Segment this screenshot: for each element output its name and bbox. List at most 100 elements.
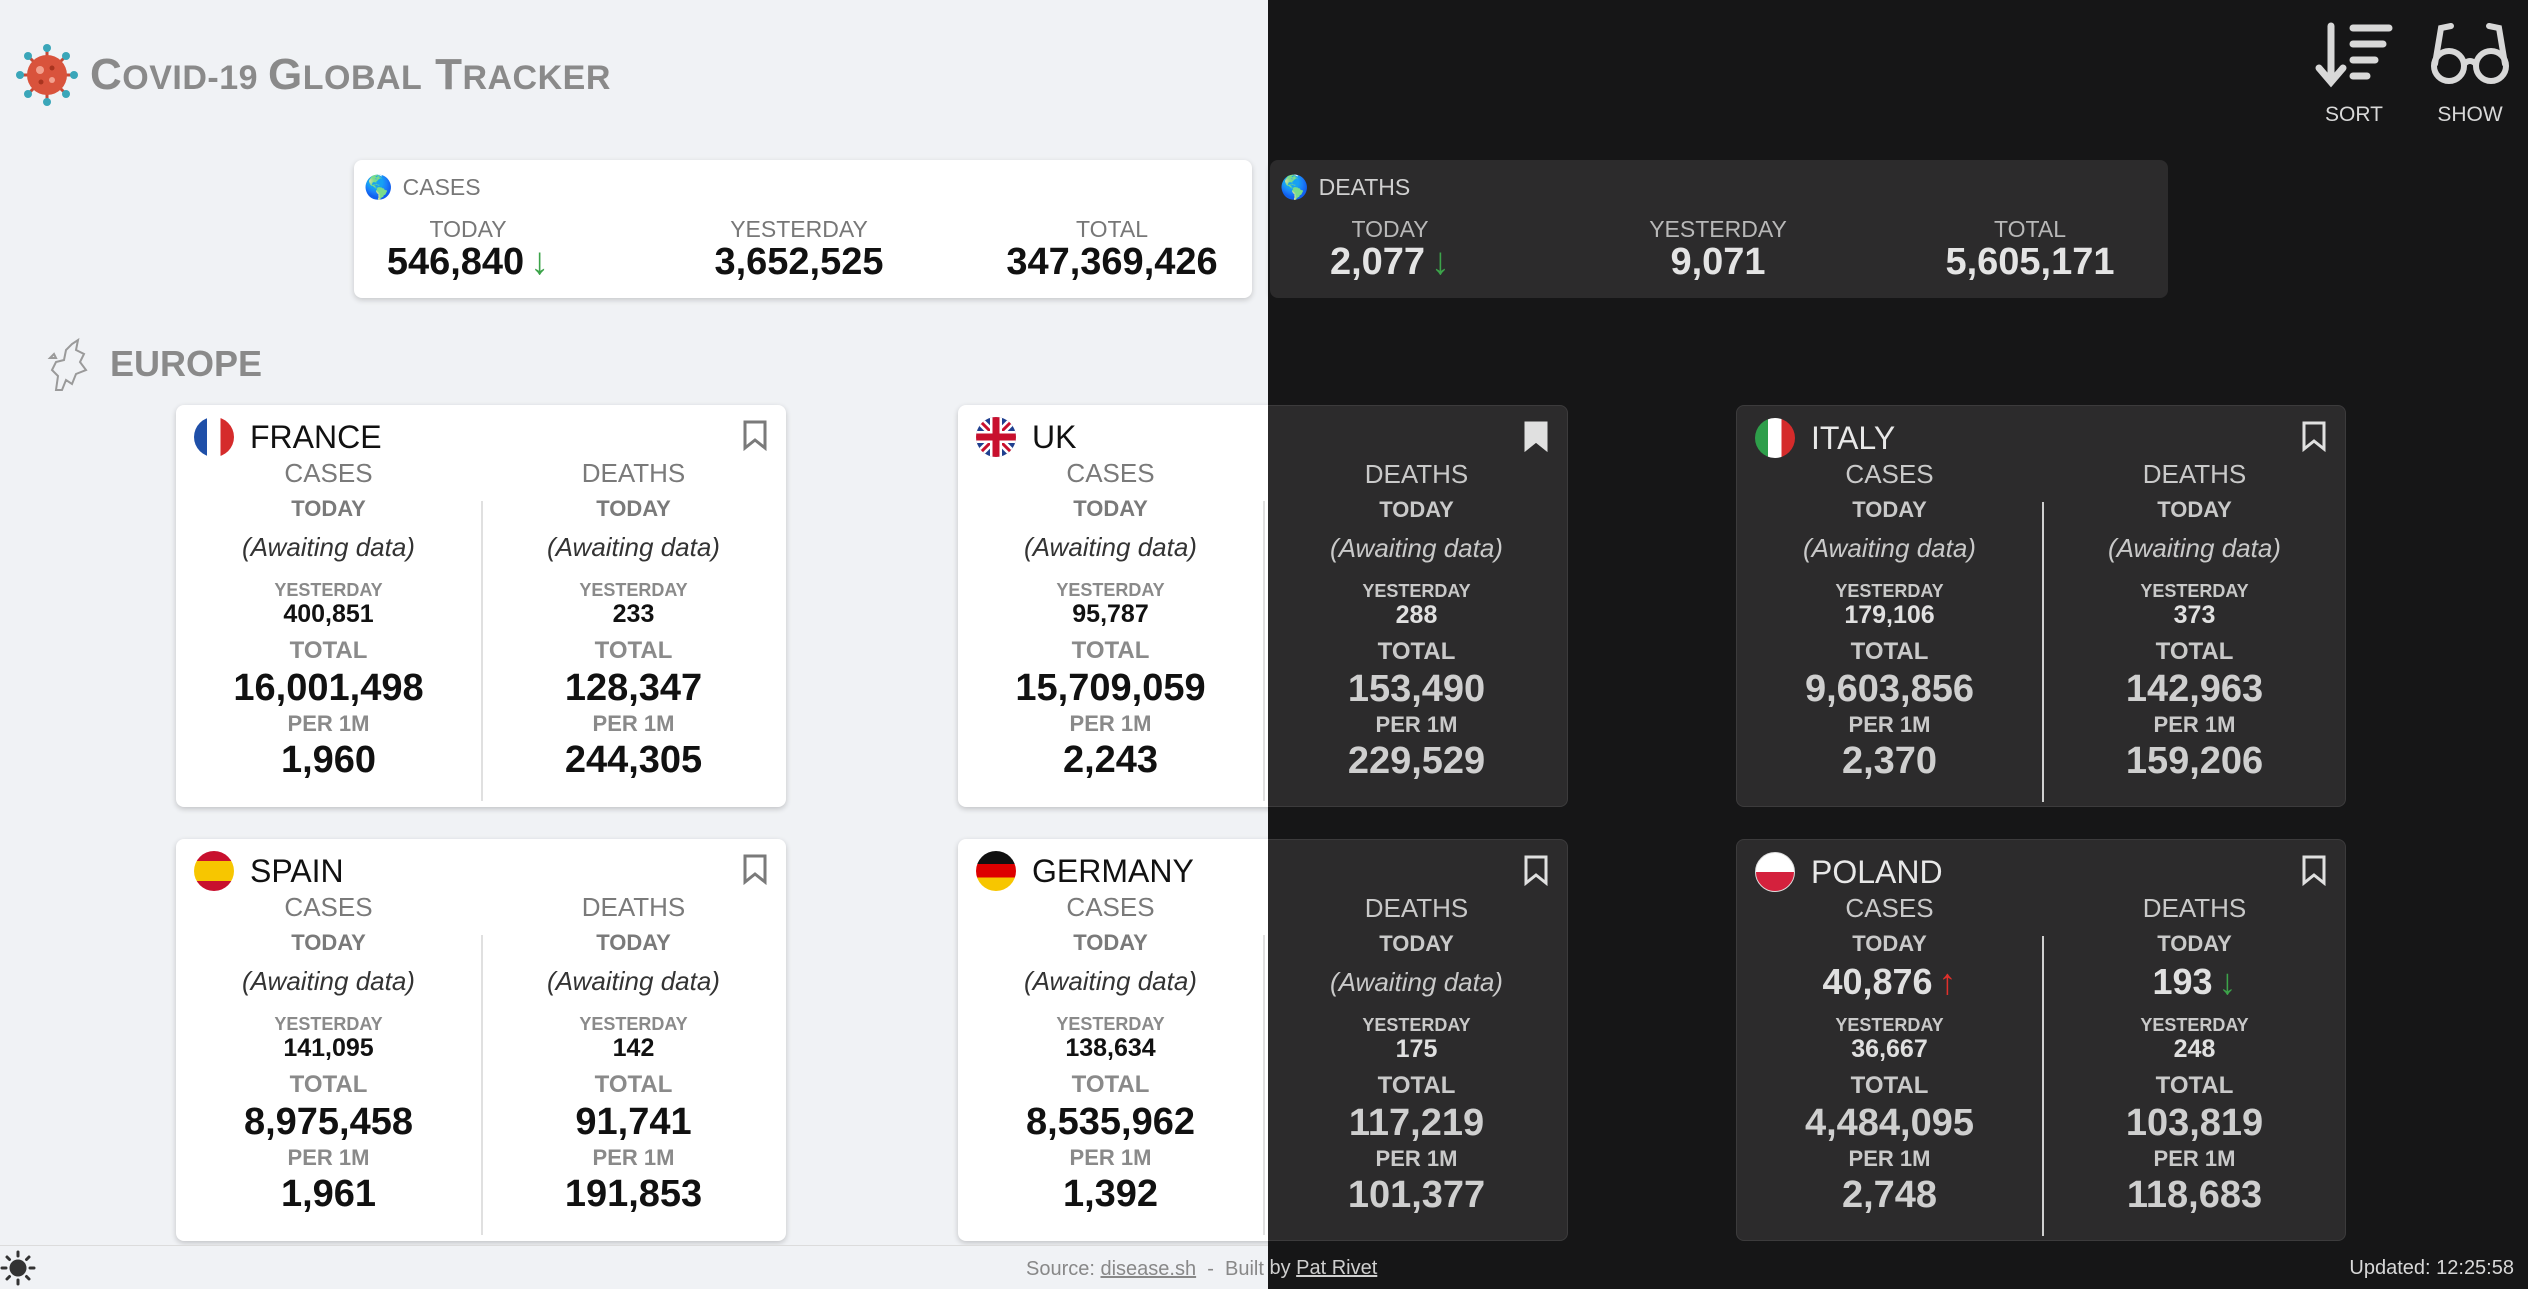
country-card-germany[interactable]: GERMANY CASES TODAY (Awaiting data) YEST… (1268, 839, 1568, 1241)
cases-label: CASES (1845, 893, 1934, 923)
deaths-total-value: 117,219 (1348, 1102, 1485, 1144)
flag-spain-icon (194, 851, 234, 891)
deaths-column: DEATHS TODAY (Awaiting data) YESTERDAY 2… (481, 455, 786, 783)
global-cases-today-label: TODAY (429, 216, 507, 242)
cases-total-label: TOTAL (289, 1071, 368, 1098)
global-deaths-today-value: 2,077↓ (1329, 241, 1451, 283)
cases-today-label: TODAY (291, 930, 366, 955)
global-cases-today-value: 546,840 ↓ (386, 241, 550, 283)
deaths-per1m-label: PER 1M (2153, 1146, 2236, 1171)
country-card-italy[interactable]: ITALY CASES TODAY (Awaiting data) YESTER… (1736, 405, 2346, 807)
cases-label: CASES (284, 458, 373, 488)
deaths-today-value: (Awaiting data) (547, 966, 720, 996)
global-deaths-panel: 🌎 DEATHS TODAY 2,077 ↓ YESTERDAY 9,071 TOT… (1270, 160, 2168, 298)
deaths-yesterday-value: 373 (2173, 601, 2216, 629)
cases-today-label: TODAY (291, 496, 366, 521)
bookmark-icon[interactable] (742, 853, 768, 885)
global-cases-panel: 🌎 CASES TODAY 546,840 ↓ YESTERDAY 3,652,52… (354, 160, 1252, 298)
country-card-uk[interactable]: UK CASES TODAY (Awaiting data) YESTERDAY… (1268, 405, 1568, 807)
cases-today-label: TODAY (1073, 930, 1148, 955)
global-cases-label: CASES (402, 174, 481, 200)
bookmark-icon[interactable] (742, 419, 768, 451)
deaths-total-value: 153,490 (1347, 668, 1486, 710)
deaths-today-label: TODAY (2157, 497, 2232, 522)
source-link[interactable]: disease.sh (1100, 1258, 1196, 1280)
cases-yesterday-label: YESTERDAY (1835, 581, 1944, 601)
bookmark-icon[interactable] (2301, 420, 2327, 452)
country-name: SPAIN (250, 852, 344, 889)
country-name: FRANCE (250, 418, 382, 455)
sort-descending-icon (2315, 22, 2393, 88)
cases-today-value: (Awaiting data) (1803, 533, 1976, 563)
footer: Source: disease.sh - Built by Pat Rivet … (1268, 1245, 2528, 1289)
country-card-uk[interactable]: UK CASES TODAY (Awaiting data) YESTERDAY… (958, 405, 1268, 807)
country-card-germany[interactable]: GERMANY CASES TODAY (Awaiting data) YEST… (958, 839, 1268, 1241)
deaths-today-label: TODAY (2157, 931, 2232, 956)
bookmark-icon[interactable] (1523, 854, 1549, 886)
deaths-column: DEATHS TODAY 193 ↓ YESTERDAY 248 TOTAL 10… (2042, 890, 2347, 1218)
cases-total-label: TOTAL (289, 637, 368, 664)
globe-icon: 🌎 (364, 174, 393, 200)
deaths-yesterday-value: 142 (612, 1034, 655, 1062)
show-button[interactable]: SHOW (2424, 20, 2516, 127)
cases-label: CASES (1066, 892, 1155, 922)
cases-per1m-value: 1,392 (1062, 1173, 1159, 1215)
deaths-per1m-value: 118,683 (2126, 1174, 2263, 1216)
flag-poland-icon (1755, 852, 1795, 892)
author-link[interactable]: Pat Rivet (1296, 1257, 1377, 1279)
cases-per1m-value: 1,960 (280, 739, 377, 781)
bookmark-icon[interactable] (2301, 854, 2327, 886)
cases-yesterday-value: 36,667 (1851, 1035, 1928, 1063)
trend-down-icon: ↓ (530, 241, 550, 283)
deaths-label: DEATHS (2142, 459, 2247, 489)
cases-total-label: TOTAL (1850, 1072, 1929, 1099)
deaths-per1m-value: 159,206 (2125, 740, 2264, 782)
cases-column: CASES TODAY 40,876 ↑ YESTERDAY 36,667 TOT… (1737, 890, 2042, 1218)
cases-total-value: 9,603,856 (1804, 668, 1975, 710)
deaths-per1m-value: 191,853 (564, 1173, 703, 1215)
cases-yesterday-value: 141,095 (283, 1034, 374, 1062)
deaths-column: DEATHS TODAY (Awaiting data) YESTERDAY 1… (481, 889, 786, 1217)
glasses-icon (2431, 23, 2509, 84)
deaths-total-value: 103,819 (2125, 1102, 2264, 1144)
global-deaths-today-label: TODAY (1351, 216, 1429, 242)
flag-uk-icon (976, 417, 1016, 457)
cases-column: CASES TODAY (Awaiting data) YESTERDAY 14… (176, 889, 481, 1217)
sun-icon[interactable] (0, 1250, 36, 1286)
cases-today-value: (Awaiting data) (1024, 966, 1197, 996)
deaths-label: DEATHS (1364, 893, 1469, 923)
global-cases-total-label: TOTAL (1076, 216, 1148, 242)
deaths-yesterday-label: YESTERDAY (579, 1014, 688, 1034)
deaths-yesterday-label: YESTERDAY (2140, 581, 2249, 601)
cases-today-value: 40,876 ↑ (1822, 961, 1957, 1002)
cases-yesterday-label: YESTERDAY (274, 580, 383, 600)
country-name: UK (1032, 418, 1077, 455)
cases-label: CASES (1845, 459, 1934, 489)
deaths-column: DEATHS TODAY (Awaiting data) YESTERDAY 1… (1268, 890, 1569, 1218)
cases-column: CASES TODAY (Awaiting data) YESTERDAY 17… (1737, 456, 2042, 784)
cases-total-label: TOTAL (1850, 638, 1929, 665)
deaths-column: DEATHS TODAY (Awaiting data) YESTERDAY 2… (1268, 456, 1569, 784)
cases-today-value: (Awaiting data) (1024, 532, 1197, 562)
cases-per1m-value: 2,370 (1841, 740, 1938, 782)
country-card-spain[interactable]: SPAIN CASES TODAY (Awaiting data) YESTER… (176, 839, 786, 1241)
deaths-today-value: (Awaiting data) (547, 532, 720, 562)
cases-per1m-label: PER 1M (287, 1145, 370, 1170)
sort-button[interactable]: SORT (2308, 20, 2400, 127)
global-deaths-today-label: TODAY (1250, 218, 1268, 240)
country-name: GERMANY (1032, 852, 1194, 889)
cases-yesterday-label: YESTERDAY (1056, 580, 1165, 600)
global-deaths-total-value: 5,605,171 (1945, 241, 2115, 283)
deaths-today-label: TODAY (596, 930, 671, 955)
cases-total-value: 8,535,962 (1025, 1101, 1196, 1143)
country-card-france[interactable]: FRANCE CASES TODAY (Awaiting data) YESTE… (176, 405, 786, 807)
deaths-yesterday-value: 233 (612, 600, 655, 628)
deaths-today-label: TODAY (1379, 931, 1454, 956)
country-card-poland[interactable]: POLAND CASES TODAY 40,876 ↑ YESTERDAY 36,… (1736, 839, 2346, 1241)
bookmark-icon[interactable] (1523, 420, 1549, 452)
region-name: EUROPE (110, 343, 263, 384)
global-cases-yesterday-label: YESTERDAY (730, 216, 868, 242)
footer: Source: disease.sh - Built by Pat Rivet … (0, 1245, 1268, 1289)
deaths-total-label: TOTAL (2155, 1072, 2234, 1099)
deaths-per1m-value: 101,377 (1347, 1174, 1486, 1216)
